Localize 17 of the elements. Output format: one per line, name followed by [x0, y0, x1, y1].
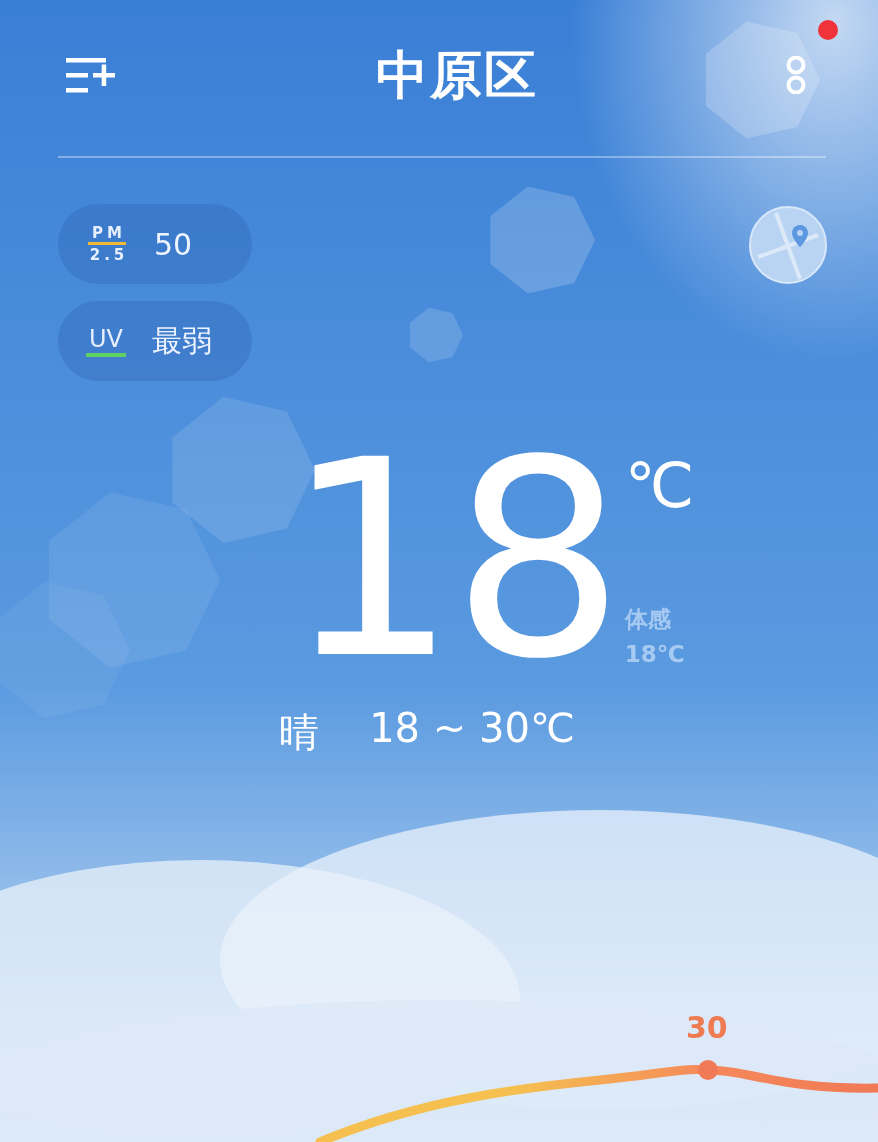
pm25-value: 50	[154, 226, 193, 262]
uv-label: UV	[86, 324, 126, 358]
weather-condition: 晴	[279, 708, 320, 757]
pm25-chip[interactable]: PM 2.5 50	[58, 204, 252, 284]
peak-temperature-label: 30	[686, 1010, 728, 1045]
temperature-range: 18 ~ 30℃	[369, 705, 575, 753]
feels-like-label: 体感	[624, 605, 672, 634]
temperature-unit: ℃	[624, 455, 695, 517]
map-icon[interactable]	[748, 205, 828, 285]
add-city-icon[interactable]	[66, 57, 118, 94]
feels-like-value: 18℃	[624, 641, 686, 667]
pm25-label: PM 2.5	[87, 224, 128, 264]
city-title: 中原区	[376, 43, 538, 107]
more-icon[interactable]	[784, 55, 808, 94]
uv-chip[interactable]: UV 最弱	[58, 301, 252, 381]
uv-value: 最弱	[152, 321, 212, 360]
current-temperature: 18	[284, 445, 619, 675]
